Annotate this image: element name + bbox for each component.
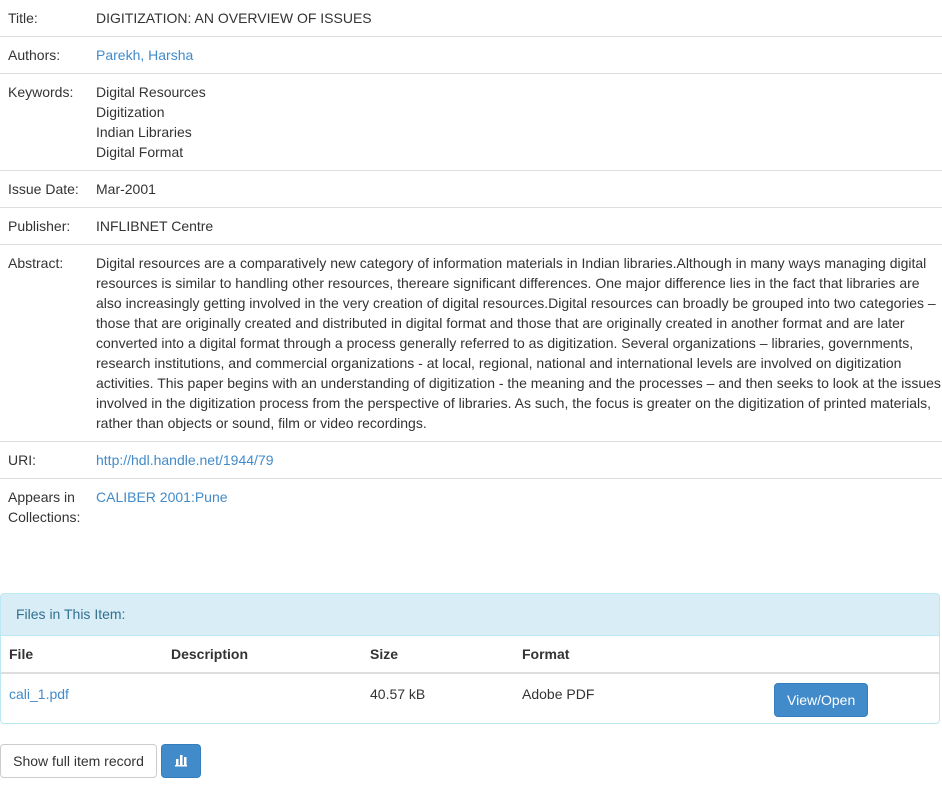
- uri-link[interactable]: http://hdl.handle.net/1944/79: [96, 452, 273, 468]
- view-open-button[interactable]: View/Open: [774, 683, 869, 717]
- column-header-action: [766, 636, 939, 674]
- file-link[interactable]: cali_1.pdf: [9, 686, 69, 702]
- metadata-row-title: Title: DIGITIZATION: AN OVERVIEW OF ISSU…: [0, 0, 942, 37]
- publisher-label: Publisher:: [0, 207, 88, 245]
- title-label: Title:: [8, 10, 38, 26]
- column-header-description: Description: [163, 636, 362, 674]
- collection-link[interactable]: CALIBER 2001:Pune: [96, 489, 228, 505]
- author-link[interactable]: Parekh, Harsha: [96, 47, 193, 63]
- file-description: [163, 673, 362, 724]
- column-header-format: Format: [514, 636, 766, 674]
- metadata-row-keywords: Keywords: Digital Resources Digitization…: [0, 73, 942, 171]
- statistics-button[interactable]: [161, 744, 201, 778]
- metadata-row-abstract: Abstract: Digital resources are a compar…: [0, 244, 942, 442]
- metadata-row-collections: Appears in Collections: CALIBER 2001:Pun…: [0, 478, 942, 535]
- keywords-label: Keywords:: [0, 73, 88, 171]
- title-value: DIGITIZATION: AN OVERVIEW OF ISSUES: [96, 10, 372, 26]
- metadata-row-issue-date: Issue Date: Mar-2001: [0, 170, 942, 208]
- keywords-list: Digital Resources Digitization Indian Li…: [88, 73, 942, 171]
- metadata-row-uri: URI: http://hdl.handle.net/1944/79: [0, 441, 942, 479]
- authors-label: Authors:: [0, 36, 88, 74]
- column-header-size: Size: [362, 636, 514, 674]
- keyword-item: Digitization: [96, 104, 165, 120]
- abstract-value: Digital resources are a comparatively ne…: [88, 244, 942, 442]
- column-header-file: File: [1, 636, 163, 674]
- publisher-value: INFLIBNET Centre: [88, 207, 942, 245]
- item-metadata-table: Title: DIGITIZATION: AN OVERVIEW OF ISSU…: [0, 0, 942, 535]
- show-full-record-button[interactable]: Show full item record: [0, 744, 157, 778]
- metadata-row-authors: Authors: Parekh, Harsha: [0, 36, 942, 74]
- keyword-item: Indian Libraries: [96, 124, 192, 140]
- files-panel: Files in This Item: File Description Siz…: [0, 593, 940, 724]
- abstract-label: Abstract:: [0, 244, 88, 442]
- file-size: 40.57 kB: [370, 686, 426, 702]
- files-table: File Description Size Format cali_1.pdf …: [1, 636, 939, 724]
- bar-chart-icon: [175, 755, 187, 767]
- files-panel-heading: Files in This Item:: [1, 594, 939, 636]
- keyword-item: Digital Resources: [96, 84, 206, 100]
- keyword-item: Digital Format: [96, 144, 184, 160]
- files-table-header: File Description Size Format: [1, 636, 939, 674]
- file-format: Adobe PDF: [522, 686, 595, 702]
- collections-label: Appears in Collections:: [0, 478, 88, 535]
- table-row: cali_1.pdf 40.57 kB Adobe PDF View/Open: [1, 673, 939, 724]
- issue-date-label: Issue Date:: [0, 170, 88, 208]
- metadata-row-publisher: Publisher: INFLIBNET Centre: [0, 207, 942, 245]
- uri-label: URI:: [0, 441, 88, 479]
- issue-date-value: Mar-2001: [88, 170, 942, 208]
